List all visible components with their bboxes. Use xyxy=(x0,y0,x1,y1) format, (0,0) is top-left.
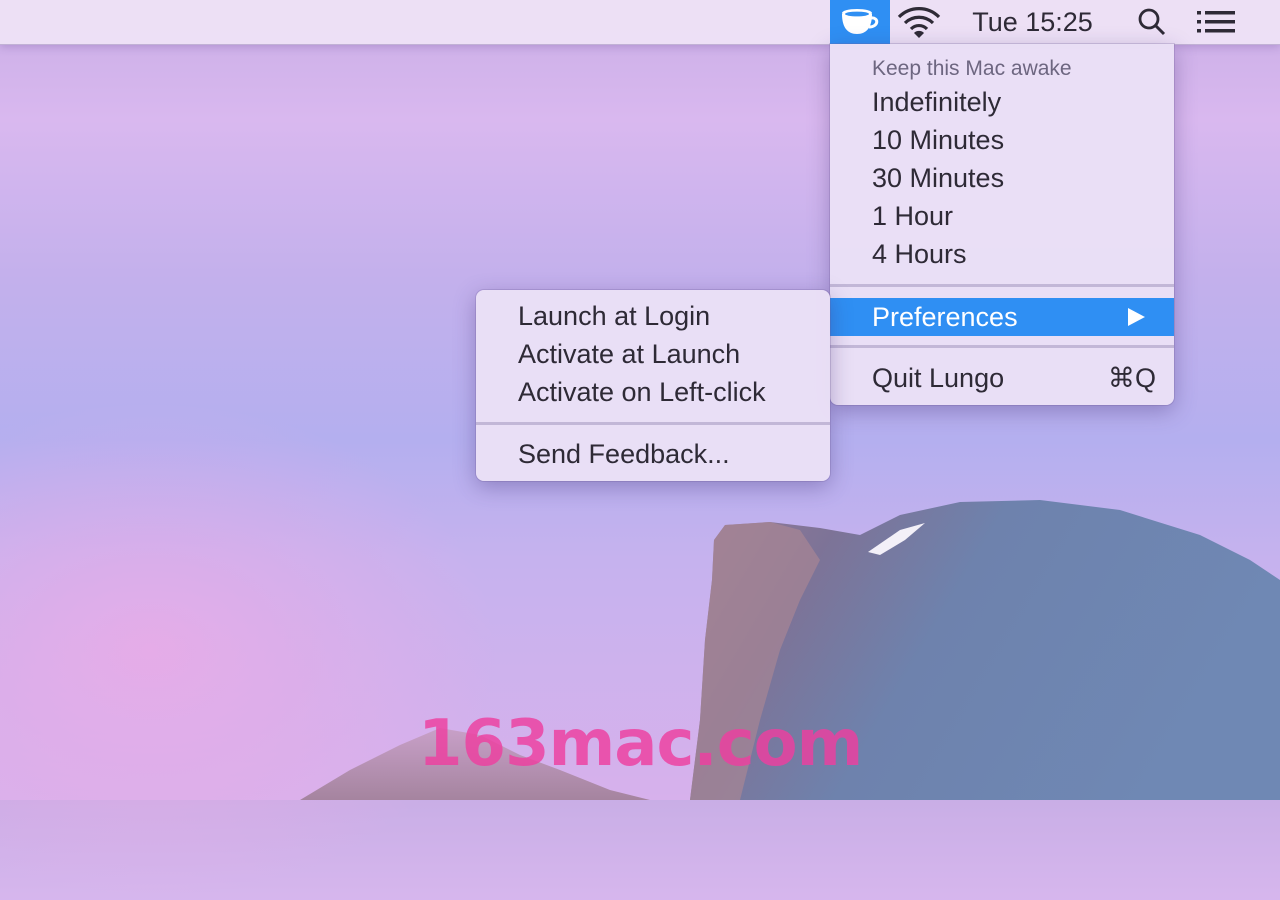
menu-item-4-hours[interactable]: 4 Hours xyxy=(830,235,1174,273)
menu-separator xyxy=(476,422,830,425)
quit-shortcut: ⌘Q xyxy=(1107,362,1156,393)
menu-separator xyxy=(830,345,1174,348)
quit-label: Quit Lungo xyxy=(872,362,1005,393)
notification-center-button[interactable] xyxy=(1190,0,1242,44)
menu-item-30-minutes[interactable]: 30 Minutes xyxy=(830,159,1174,197)
menu-item-10-minutes[interactable]: 10 Minutes xyxy=(830,121,1174,159)
preferences-label: Preferences xyxy=(872,301,1018,332)
menu-item-quit[interactable]: Quit Lungo ⌘Q xyxy=(830,359,1174,397)
menu-item-preferences[interactable]: Preferences xyxy=(830,298,1174,336)
menu-section-header: Keep this Mac awake xyxy=(872,57,1072,80)
spotlight-button[interactable] xyxy=(1130,0,1174,44)
submenu-item-activate-on-left-click[interactable]: Activate on Left-click xyxy=(476,373,830,411)
wifi-icon xyxy=(897,7,941,38)
submenu-item-send-feedback[interactable]: Send Feedback... xyxy=(476,435,830,473)
preferences-submenu: Launch at Login Activate at Launch Activ… xyxy=(476,290,830,481)
menu-item-1-hour[interactable]: 1 Hour xyxy=(830,197,1174,235)
submenu-item-activate-at-launch[interactable]: Activate at Launch xyxy=(476,335,830,373)
menu-bar-clock[interactable]: Tue 15:25 xyxy=(960,0,1105,44)
menu-bar: Tue 15:25 xyxy=(0,0,1280,45)
spotlight-search-icon xyxy=(1138,8,1166,36)
coffee-cup-icon xyxy=(842,9,879,34)
submenu-arrow-icon xyxy=(1128,308,1145,326)
lungo-menu-extra[interactable] xyxy=(830,0,890,44)
notification-center-list-icon xyxy=(1197,11,1235,33)
wifi-menu-extra[interactable] xyxy=(894,0,944,44)
lungo-dropdown-menu: Keep this Mac awake Indefinitely 10 Minu… xyxy=(830,44,1174,405)
menu-item-indefinitely[interactable]: Indefinitely xyxy=(830,83,1174,121)
watermark-text: 163mac.com xyxy=(418,707,863,781)
submenu-item-launch-at-login[interactable]: Launch at Login xyxy=(476,297,830,335)
menu-separator xyxy=(830,284,1174,287)
